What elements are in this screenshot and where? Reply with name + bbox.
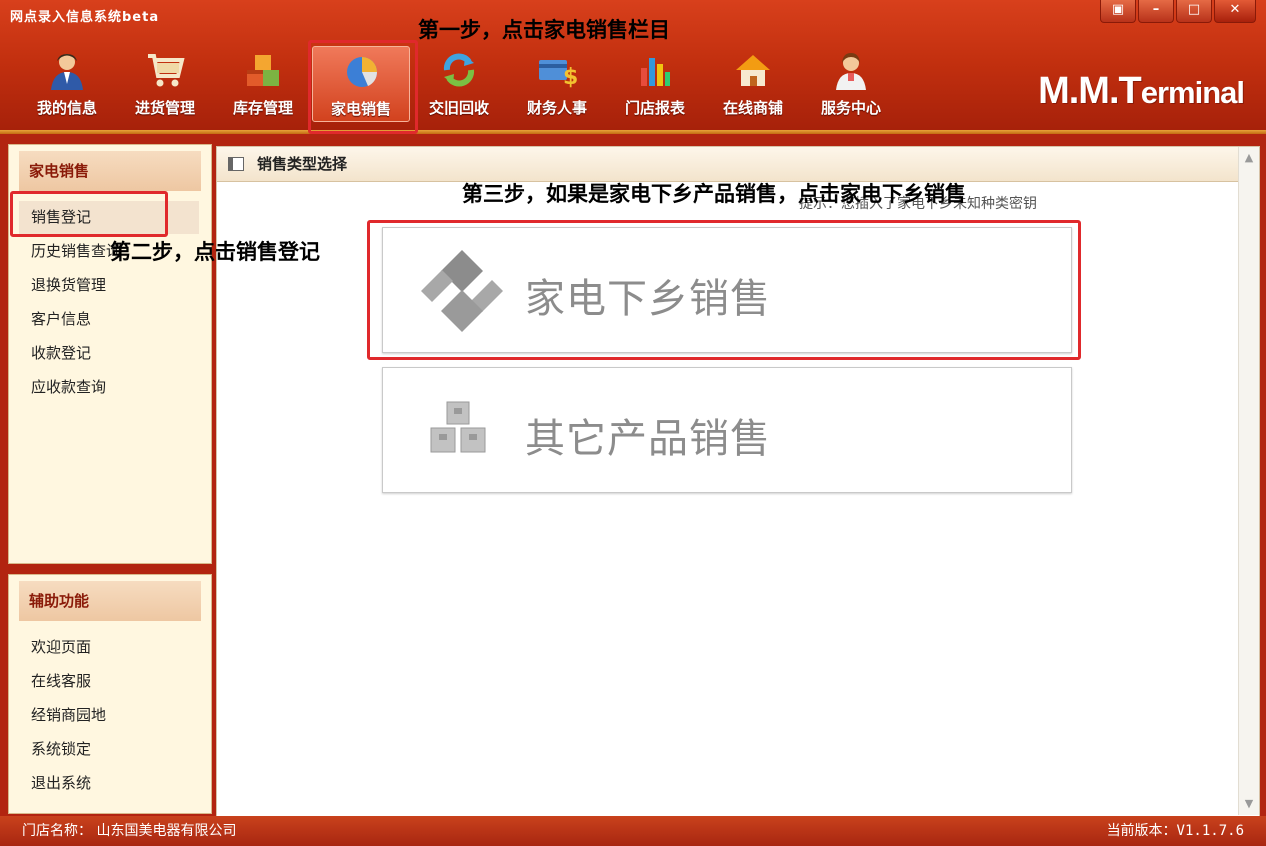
restore-icon[interactable]: ▣ [1100,0,1136,23]
nav-finance-hr[interactable]: $ 财务人事 [508,46,606,122]
stacked-boxes-icon [430,401,486,453]
maximize-button[interactable]: □ [1176,0,1212,23]
step3-annotation: 第三步，如果是家电下乡产品销售，点击家电下乡销售 [462,182,966,206]
scroll-down-icon[interactable]: ▼ [1242,797,1256,811]
minimize-button[interactable]: – [1138,0,1174,23]
content-header: 销售类型选择 [217,147,1259,182]
content-title: 销售类型选择 [257,155,348,173]
recycle-icon [443,53,475,87]
nav-label: 服务中心 [820,99,881,117]
money-icon: $ [539,60,577,90]
cart-icon [148,54,185,87]
service-person-icon [836,53,866,90]
other-product-sales-button[interactable]: 其它产品销售 [382,367,1072,493]
step2-annotation: 第二步，点击销售登记 [110,240,320,264]
aux-panel: 辅助功能 欢迎页面 在线客服 经销商园地 系统锁定 退出系统 [8,574,212,814]
user-icon [51,54,83,90]
panel-icon [228,157,244,171]
house-icon [736,55,770,86]
nav-label: 进货管理 [134,99,195,117]
nav-label: 财务人事 [526,99,587,117]
nav-my-info[interactable]: 我的信息 [18,46,116,122]
boxes-icon [247,55,279,86]
close-button[interactable]: ✕ [1214,0,1256,23]
nav-label: 交旧回收 [428,99,489,117]
window-controls: ▣ – □ ✕ [1100,0,1256,23]
menu-payment-register[interactable]: 收款登记 [19,337,199,371]
menu-receivables[interactable]: 应收款查询 [19,371,199,405]
nav-label: 门店报表 [624,99,685,117]
scroll-up-icon[interactable]: ▲ [1242,151,1256,165]
main-nav: 我的信息 进货管理 库存管理 家电销售 交旧回收 $ 财务人事 门店报表 在线商… [18,46,900,122]
store-name: 门店名称： 山东国美电器有限公司 [22,823,237,839]
menu-online-support[interactable]: 在线客服 [19,665,199,699]
sales-panel-title: 家电销售 [19,151,201,191]
nav-store-reports[interactable]: 门店报表 [606,46,704,122]
bar-chart-icon [641,58,670,86]
menu-returns[interactable]: 退换货管理 [19,269,199,303]
menu-lock-system[interactable]: 系统锁定 [19,733,199,767]
menu-dealer-zone[interactable]: 经销商园地 [19,699,199,733]
nav-label: 在线商铺 [722,99,783,117]
brand-logo: M.M.Terminal [1038,70,1245,112]
step2-highlight [10,191,168,237]
nav-inventory[interactable]: 库存管理 [214,46,312,122]
nav-recycle[interactable]: 交旧回收 [410,46,508,122]
nav-label: 我的信息 [36,99,97,117]
step1-annotation: 第一步，点击家电销售栏目 [418,18,670,42]
step1-highlight [308,40,418,134]
content-scrollbar[interactable]: ▲ ▼ [1238,147,1259,815]
menu-customers[interactable]: 客户信息 [19,303,199,337]
status-bar: 门店名称： 山东国美电器有限公司 当前版本：V1.1.7.6 [0,816,1266,846]
nav-online-shop[interactable]: 在线商铺 [704,46,802,122]
svg-text:$: $ [563,65,577,90]
step3-highlight [367,220,1081,360]
menu-exit[interactable]: 退出系统 [19,767,199,801]
window-title: 网点录入信息系统beta [10,10,160,25]
version-label: 当前版本：V1.1.7.6 [1106,823,1244,839]
aux-panel-title: 辅助功能 [19,581,201,621]
nav-service-center[interactable]: 服务中心 [802,46,900,122]
nav-purchase[interactable]: 进货管理 [116,46,214,122]
nav-label: 库存管理 [232,99,293,117]
menu-welcome[interactable]: 欢迎页面 [19,631,199,665]
other-product-sales-label: 其它产品销售 [525,416,771,462]
